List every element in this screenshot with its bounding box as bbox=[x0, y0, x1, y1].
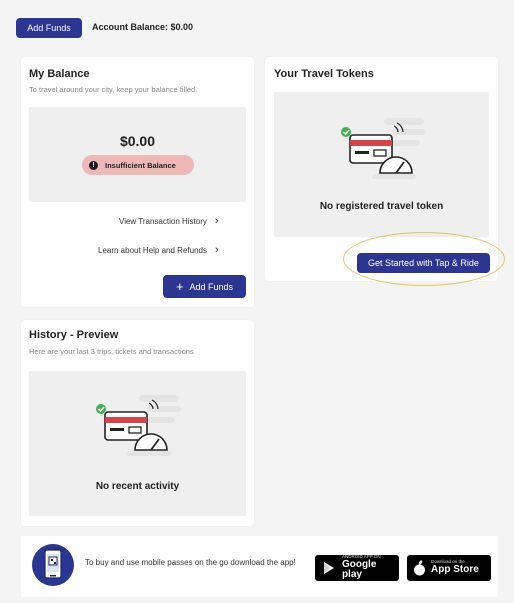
my-balance-subtitle: To travel around your city, keep your ba… bbox=[29, 85, 198, 94]
app-download-text: To buy and use mobile passes on the go d… bbox=[85, 558, 296, 567]
phone-qr-icon bbox=[32, 544, 74, 586]
view-transaction-history-link[interactable]: View Transaction History › bbox=[119, 216, 219, 227]
play-icon bbox=[323, 562, 334, 574]
add-funds-label: Add Funds bbox=[189, 281, 234, 292]
history-preview-subtitle: Here are your last 3 trips, tickets and … bbox=[29, 347, 194, 356]
chevron-right-icon: › bbox=[214, 244, 219, 256]
add-funds-button[interactable]: + Add Funds bbox=[163, 275, 246, 298]
history-empty-panel: No recent activity bbox=[29, 371, 246, 516]
status-badge: ! Insufficient Balance bbox=[82, 155, 194, 175]
app-download-banner: To buy and use mobile passes on the go d… bbox=[21, 536, 498, 597]
history-preview-title: History - Preview bbox=[29, 329, 119, 341]
account-balance-text: Account Balance: $0.00 bbox=[92, 22, 194, 32]
top-bar: Add Funds Account Balance: $0.00 bbox=[0, 0, 514, 48]
highlight-circle bbox=[343, 232, 505, 286]
tokens-empty-panel: No registered travel token bbox=[274, 92, 489, 237]
my-balance-card: My Balance To travel around your city, k… bbox=[21, 57, 254, 307]
history-preview-card: History - Preview Here are your last 3 t… bbox=[21, 320, 254, 526]
help-and-refunds-label: Learn about Help and Refunds bbox=[98, 246, 207, 255]
status-badge-label: Insufficient Balance bbox=[105, 160, 176, 170]
help-and-refunds-link[interactable]: Learn about Help and Refunds › bbox=[98, 245, 219, 256]
travel-tokens-title: Your Travel Tokens bbox=[274, 68, 374, 80]
view-transaction-history-label: View Transaction History bbox=[119, 217, 207, 226]
google-play-badge[interactable]: ANDROID APP ON Google play bbox=[315, 554, 399, 581]
my-balance-title: My Balance bbox=[29, 68, 90, 80]
top-add-funds-button[interactable]: Add Funds bbox=[16, 18, 82, 38]
balance-amount: $0.00 bbox=[119, 133, 156, 149]
plus-icon: + bbox=[175, 279, 184, 294]
no-recent-activity-message: No recent activity bbox=[95, 481, 180, 492]
balance-panel: $0.00 ! Insufficient Balance bbox=[29, 107, 246, 202]
app-store-badge[interactable]: Download on the App Store bbox=[407, 555, 491, 581]
no-travel-token-message: No registered travel token bbox=[319, 201, 444, 212]
card-with-speedometer-icon bbox=[96, 395, 181, 456]
card-with-speedometer-icon bbox=[341, 118, 426, 179]
apple-icon bbox=[414, 560, 425, 576]
google-play-big-text: Google play bbox=[341, 558, 377, 581]
alert-icon: ! bbox=[89, 160, 98, 170]
chevron-right-icon: › bbox=[214, 215, 219, 227]
app-store-big-text: App Store bbox=[431, 564, 479, 576]
